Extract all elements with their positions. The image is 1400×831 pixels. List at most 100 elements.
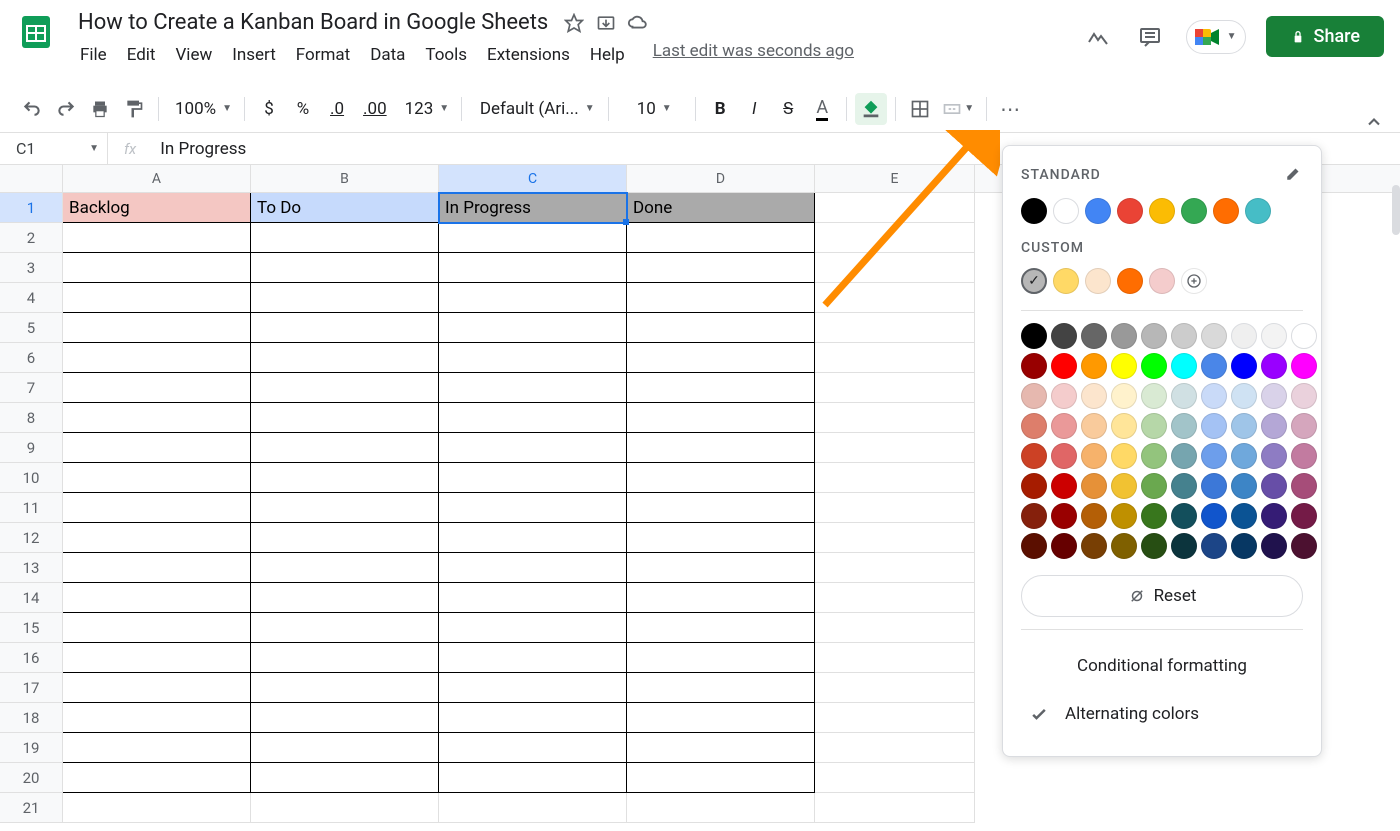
cell[interactable] xyxy=(439,763,627,793)
print-button[interactable] xyxy=(84,93,116,125)
cell[interactable] xyxy=(439,613,627,643)
color-swatch[interactable] xyxy=(1081,353,1107,379)
color-swatch[interactable] xyxy=(1261,473,1287,499)
color-swatch[interactable] xyxy=(1021,473,1047,499)
color-swatch[interactable] xyxy=(1081,413,1107,439)
cell[interactable] xyxy=(627,313,815,343)
color-swatch[interactable] xyxy=(1111,503,1137,529)
color-swatch[interactable] xyxy=(1081,503,1107,529)
cell[interactable] xyxy=(627,283,815,313)
more-toolbar-button[interactable]: ⋯ xyxy=(995,93,1027,125)
color-swatch[interactable] xyxy=(1081,383,1107,409)
cell[interactable] xyxy=(63,613,251,643)
cell[interactable] xyxy=(815,193,975,223)
color-swatch[interactable] xyxy=(1111,383,1137,409)
color-swatch[interactable] xyxy=(1261,413,1287,439)
cell[interactable] xyxy=(627,253,815,283)
color-swatch[interactable] xyxy=(1171,473,1197,499)
last-edit-link[interactable]: Last edit was seconds ago xyxy=(653,41,854,69)
italic-button[interactable]: I xyxy=(738,93,770,125)
sheets-logo-icon[interactable] xyxy=(16,12,56,52)
cell[interactable] xyxy=(63,763,251,793)
cell[interactable] xyxy=(439,583,627,613)
cell[interactable] xyxy=(627,583,815,613)
row-header[interactable]: 17 xyxy=(0,673,63,703)
cell[interactable] xyxy=(251,493,439,523)
color-swatch[interactable] xyxy=(1213,198,1239,224)
cell[interactable] xyxy=(815,223,975,253)
cell[interactable] xyxy=(439,433,627,463)
color-swatch[interactable] xyxy=(1141,323,1167,349)
cell[interactable] xyxy=(815,703,975,733)
reset-button[interactable]: Reset xyxy=(1021,575,1303,617)
alternating-colors-link[interactable]: Alternating colors xyxy=(1021,690,1303,738)
share-button[interactable]: Share xyxy=(1266,16,1384,57)
cell[interactable] xyxy=(627,493,815,523)
cell[interactable] xyxy=(627,673,815,703)
zoom-dropdown[interactable]: 100%▼ xyxy=(167,93,236,125)
color-swatch[interactable] xyxy=(1053,198,1079,224)
cell[interactable]: In Progress xyxy=(439,193,627,223)
color-swatch[interactable] xyxy=(1141,533,1167,559)
color-swatch[interactable] xyxy=(1231,353,1257,379)
color-swatch[interactable] xyxy=(1021,443,1047,469)
cell[interactable] xyxy=(63,313,251,343)
cell[interactable] xyxy=(815,433,975,463)
strikethrough-button[interactable]: S xyxy=(772,93,804,125)
color-swatch[interactable] xyxy=(1201,473,1227,499)
color-swatch[interactable] xyxy=(1021,198,1047,224)
currency-button[interactable]: $ xyxy=(253,93,285,125)
cell[interactable] xyxy=(627,703,815,733)
color-swatch[interactable] xyxy=(1291,323,1317,349)
color-swatch[interactable] xyxy=(1051,503,1077,529)
cell[interactable] xyxy=(63,793,251,823)
color-swatch[interactable] xyxy=(1111,323,1137,349)
row-header[interactable]: 4 xyxy=(0,283,63,313)
cell[interactable] xyxy=(627,343,815,373)
cell[interactable] xyxy=(815,523,975,553)
col-header-d[interactable]: D xyxy=(627,165,815,192)
cell[interactable] xyxy=(251,673,439,703)
cell[interactable] xyxy=(815,553,975,583)
color-swatch[interactable] xyxy=(1021,268,1047,294)
cell[interactable] xyxy=(439,493,627,523)
cell[interactable] xyxy=(251,223,439,253)
color-swatch[interactable] xyxy=(1021,353,1047,379)
color-swatch[interactable] xyxy=(1085,198,1111,224)
menu-data[interactable]: Data xyxy=(362,41,413,69)
cell[interactable]: Done xyxy=(627,193,815,223)
cell[interactable] xyxy=(63,523,251,553)
color-swatch[interactable] xyxy=(1141,413,1167,439)
color-swatch[interactable] xyxy=(1181,198,1207,224)
cell[interactable] xyxy=(627,523,815,553)
row-header[interactable]: 9 xyxy=(0,433,63,463)
color-swatch[interactable] xyxy=(1231,413,1257,439)
number-format-dropdown[interactable]: 123▼ xyxy=(397,93,454,125)
move-icon[interactable] xyxy=(594,11,618,35)
row-header[interactable]: 13 xyxy=(0,553,63,583)
col-header-a[interactable]: A xyxy=(63,165,251,192)
color-swatch[interactable] xyxy=(1111,473,1137,499)
row-header[interactable]: 19 xyxy=(0,733,63,763)
color-swatch[interactable] xyxy=(1051,473,1077,499)
cell[interactable] xyxy=(815,403,975,433)
color-swatch[interactable] xyxy=(1085,268,1111,294)
cell[interactable] xyxy=(63,433,251,463)
cell[interactable] xyxy=(439,373,627,403)
cell[interactable] xyxy=(63,373,251,403)
cell[interactable] xyxy=(251,613,439,643)
cell[interactable] xyxy=(439,733,627,763)
color-swatch[interactable] xyxy=(1081,533,1107,559)
cell[interactable] xyxy=(439,643,627,673)
color-swatch[interactable] xyxy=(1111,353,1137,379)
color-swatch[interactable] xyxy=(1291,503,1317,529)
color-swatch[interactable] xyxy=(1117,198,1143,224)
cell[interactable] xyxy=(439,673,627,703)
cell[interactable] xyxy=(627,553,815,583)
color-swatch[interactable] xyxy=(1291,353,1317,379)
cell[interactable] xyxy=(815,643,975,673)
star-icon[interactable] xyxy=(562,11,586,35)
select-all-corner[interactable] xyxy=(0,165,63,192)
cell[interactable] xyxy=(251,583,439,613)
borders-button[interactable] xyxy=(904,93,936,125)
